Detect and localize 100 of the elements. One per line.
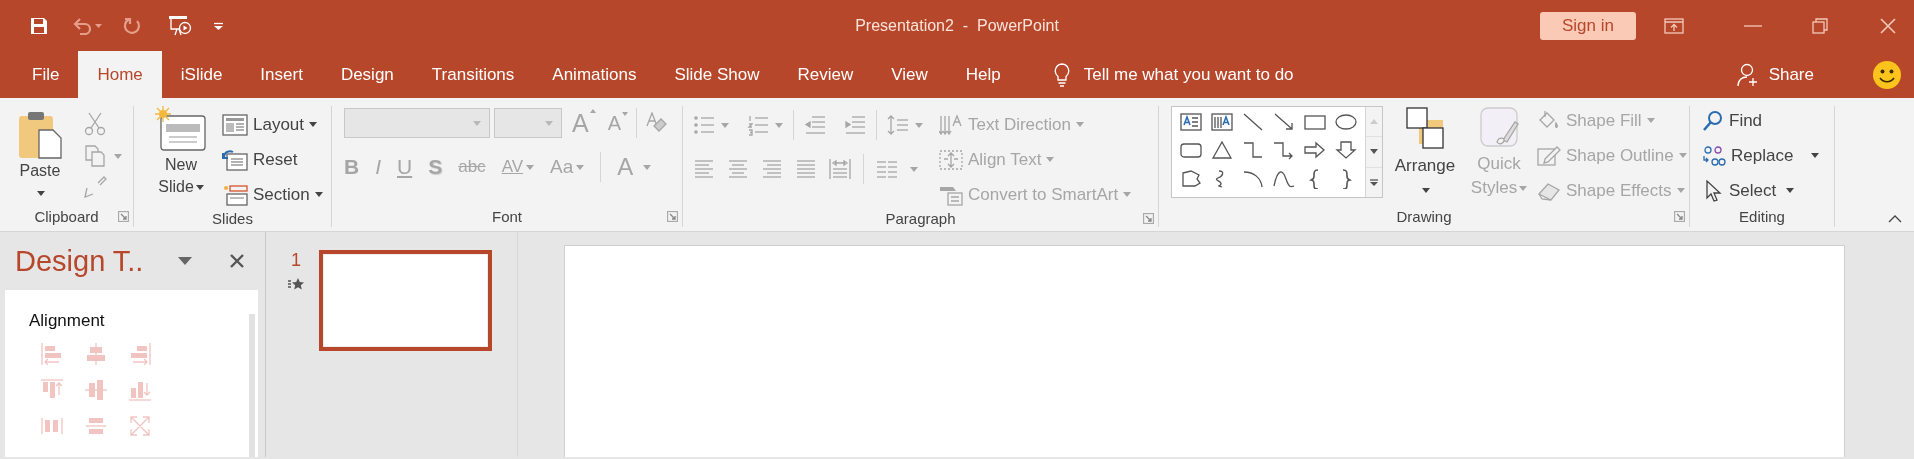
new-slide-button[interactable]: New Slide (148, 106, 214, 198)
vertical-text-box-icon[interactable] (1211, 113, 1233, 133)
bullets-icon (693, 114, 715, 136)
increase-indent-icon (844, 114, 866, 136)
caret-icon (37, 191, 45, 197)
triangle-icon[interactable] (1211, 141, 1233, 161)
caret-icon[interactable] (95, 23, 102, 28)
triangle-up-icon (1370, 119, 1378, 125)
down-arrow-icon[interactable] (1335, 141, 1357, 161)
caret-icon (545, 120, 553, 126)
ribbon-tab[interactable]: File (13, 51, 79, 98)
layout-button[interactable]: Layout (222, 110, 323, 139)
share-button[interactable]: Share (1736, 51, 1814, 98)
arrange-button[interactable]: Arrange (1389, 106, 1461, 202)
caret-icon (473, 120, 481, 126)
section-icon (222, 183, 248, 206)
ribbon-tab[interactable]: Home (78, 51, 162, 98)
copy-icon[interactable] (84, 144, 106, 168)
align-center-icon[interactable] (85, 343, 107, 365)
slide-number: 1 (291, 250, 301, 271)
caret-icon (721, 122, 729, 128)
scroll-down-button[interactable] (1366, 137, 1382, 168)
arc-icon[interactable] (1242, 169, 1264, 189)
decrease-indent-icon (804, 114, 826, 136)
distribute-vertically-icon[interactable] (85, 415, 107, 437)
triangle-down-icon (1370, 149, 1378, 155)
more-icon (1370, 178, 1378, 186)
triangle-down-icon (622, 111, 629, 116)
ribbon-tab[interactable]: Transitions (412, 51, 534, 98)
pane-title: Design T.. (15, 244, 145, 278)
sign-in-button[interactable]: Sign in (1540, 11, 1636, 40)
minimize-icon[interactable] (1744, 24, 1762, 27)
distribute-horizontally-icon[interactable] (41, 415, 63, 437)
redo-icon[interactable] (122, 15, 142, 36)
elbow-arrow-icon[interactable] (1273, 141, 1295, 161)
group-label: Clipboard (33, 207, 100, 225)
ribbon-tab[interactable]: Review (778, 51, 873, 98)
caret-icon (915, 122, 923, 128)
caret-icon (1519, 186, 1528, 191)
dialog-launcher-icon[interactable] (118, 210, 129, 222)
align-bottom-icon[interactable] (129, 379, 151, 401)
freeform-icon[interactable] (1180, 169, 1202, 189)
line-icon[interactable] (1242, 113, 1264, 133)
ribbon-tab[interactable]: Insert (241, 51, 322, 98)
paste-button[interactable]: Paste (10, 110, 70, 204)
curve-icon[interactable] (1273, 169, 1295, 189)
line-arrow-icon[interactable] (1273, 113, 1295, 133)
match-size-icon[interactable] (129, 415, 151, 437)
dialog-launcher-icon[interactable] (1674, 210, 1685, 222)
dialog-launcher-icon[interactable] (667, 210, 678, 222)
group-label: Slides (211, 209, 254, 227)
collapse-ribbon-icon[interactable] (1888, 215, 1902, 223)
customize-icon[interactable] (214, 21, 223, 30)
caret-icon (1422, 188, 1430, 193)
ribbon-tab[interactable]: iSlide (161, 51, 242, 98)
columns-icon (876, 158, 898, 180)
align-right-icon[interactable] (129, 343, 151, 365)
dropdown-icon[interactable] (178, 257, 192, 265)
caret-icon (195, 185, 204, 191)
ribbon-tab[interactable]: Animations (533, 51, 656, 98)
save-icon[interactable] (30, 16, 48, 35)
ribbon-display-icon[interactable] (1664, 17, 1684, 34)
smiley-icon[interactable] (1872, 59, 1902, 90)
font-name-field[interactable] (344, 108, 490, 138)
elbow-connector-icon[interactable] (1242, 141, 1264, 161)
ribbon-tab[interactable]: View (872, 51, 947, 98)
slide-thumbnail[interactable] (319, 250, 492, 351)
more-shapes-button[interactable] (1366, 167, 1382, 197)
tell-me-field[interactable]: Tell me what you want to do (1083, 64, 1294, 85)
reset-button[interactable]: Reset (222, 145, 323, 174)
right-arrow-icon[interactable] (1304, 141, 1326, 161)
section-button[interactable]: Section (222, 180, 323, 209)
font-size-field[interactable] (494, 108, 562, 138)
clear-formatting-icon[interactable] (645, 112, 668, 134)
new-slide-icon (155, 106, 207, 154)
select-button[interactable]: Select (1702, 176, 1820, 205)
undo-icon[interactable] (72, 16, 92, 35)
align-left-icon[interactable] (41, 343, 63, 365)
rounded-rectangle-icon[interactable] (1180, 141, 1202, 161)
group-label: Paragraph (884, 209, 957, 227)
align-right-icon (761, 158, 783, 180)
ribbon-tab[interactable]: Help (946, 51, 1020, 98)
scissors-icon[interactable] (84, 112, 106, 136)
lightbulb-icon (1053, 62, 1070, 87)
align-top-icon[interactable] (41, 379, 63, 401)
animation-star-icon (288, 277, 304, 291)
close-icon[interactable] (230, 254, 244, 268)
ribbon-tab[interactable]: Design (321, 51, 413, 98)
presenter-icon[interactable] (168, 14, 192, 37)
rectangle-icon[interactable] (1304, 113, 1326, 133)
caret-icon (1786, 188, 1795, 193)
ribbon-tab[interactable]: Slide Show (655, 51, 779, 98)
dialog-launcher-icon[interactable] (1143, 212, 1154, 224)
caret-icon (1676, 188, 1685, 193)
text-box-icon[interactable] (1180, 113, 1202, 133)
oval-icon[interactable] (1335, 113, 1357, 133)
restore-icon[interactable] (1812, 17, 1828, 34)
replace-button[interactable]: Replace (1702, 141, 1820, 170)
find-button[interactable]: Find (1702, 106, 1820, 135)
align-middle-icon[interactable] (85, 379, 107, 401)
